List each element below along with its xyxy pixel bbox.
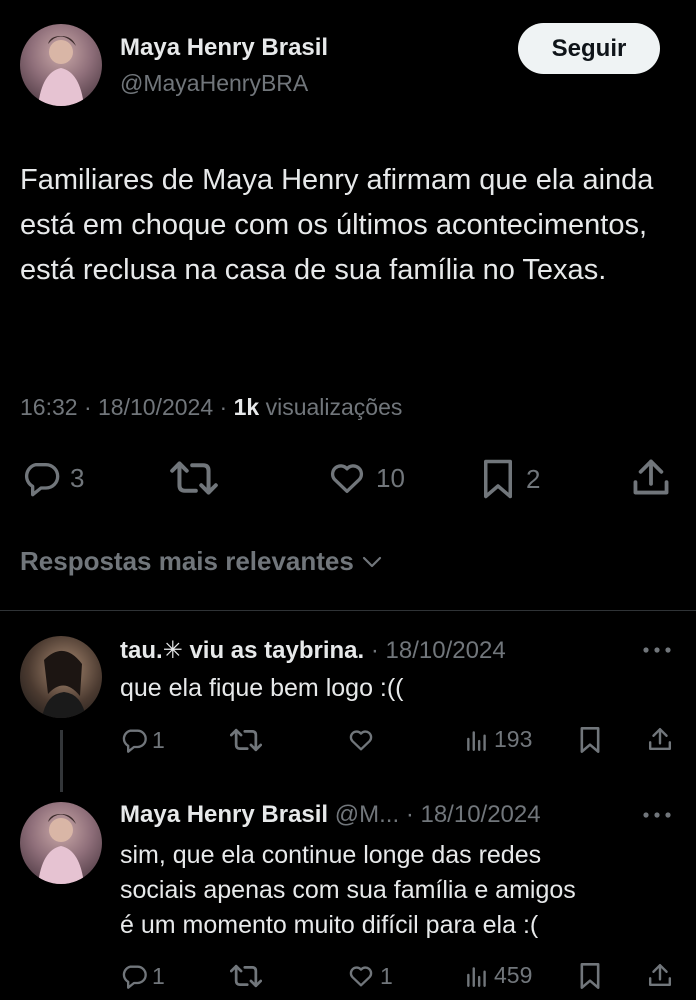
reply-views-count: 193: [494, 726, 533, 752]
reply-action[interactable]: 3: [20, 458, 84, 498]
bookmark-action[interactable]: 2: [480, 458, 540, 500]
reply-share-action[interactable]: [648, 960, 672, 990]
share-icon: [648, 960, 672, 990]
share-action[interactable]: [632, 456, 670, 498]
analytics-icon: [464, 727, 490, 753]
author-name[interactable]: Maya Henry Brasil: [120, 34, 328, 62]
reply-icon: [120, 726, 148, 754]
post-text: Familiares de Maya Henry afirmam que ela…: [20, 164, 654, 286]
post-meta: 16:32 · 18/10/2024 · 1k visualizações: [20, 394, 403, 420]
reply-header: tau.✳︎ viu as taybrina. · 18/10/2024: [120, 637, 506, 664]
reply-count: 3: [70, 462, 85, 493]
avatar-portrait-icon: [38, 36, 84, 106]
reply-author-name[interactable]: tau.: [120, 637, 163, 664]
reply-author-handle[interactable]: @M...: [335, 801, 399, 828]
author-avatar[interactable]: [20, 24, 102, 106]
reply-text-line: é um momento muito difícil para ela :(: [120, 911, 539, 939]
more-options-icon[interactable]: [640, 640, 674, 665]
reply-reply-count: 1: [152, 726, 165, 753]
bookmark-count: 2: [526, 463, 541, 494]
author-handle[interactable]: @MayaHenryBRA: [120, 70, 308, 97]
sort-dropdown[interactable]: Respostas mais relevantes: [20, 546, 384, 577]
heart-icon: [326, 458, 368, 498]
reply-like-count: 1: [380, 962, 393, 989]
share-icon: [648, 724, 672, 754]
reply-header: Maya Henry Brasil @M... · 18/10/2024: [120, 801, 541, 828]
reply-bookmark-action[interactable]: [578, 726, 602, 754]
reply-views-action[interactable]: 193: [464, 726, 532, 753]
sort-label: Respostas mais relevantes: [20, 546, 354, 576]
sparkle-icon: ✳︎: [162, 637, 183, 664]
more-options-icon[interactable]: [640, 805, 674, 830]
reply-text: sim, que ela continue longe das redes so…: [120, 838, 576, 943]
reply-text-line: sim, que ela continue longe das redes: [120, 841, 542, 869]
share-icon: [632, 456, 670, 498]
repost-action[interactable]: [170, 458, 218, 498]
post-date[interactable]: 18/10/2024: [98, 394, 213, 420]
reply-avatar[interactable]: [20, 636, 102, 718]
reply-repost-action[interactable]: [230, 726, 262, 754]
like-count: 10: [376, 462, 405, 493]
repost-icon: [230, 726, 262, 754]
reply-like-action[interactable]: 1: [346, 962, 393, 990]
post-time[interactable]: 16:32: [20, 394, 78, 420]
bookmark-icon: [578, 962, 602, 990]
like-action[interactable]: 10: [326, 458, 405, 498]
reply-reply-count: 1: [152, 962, 165, 989]
analytics-icon: [464, 963, 490, 989]
reply-icon: [20, 458, 62, 498]
heart-icon: [346, 962, 376, 990]
divider: [0, 610, 696, 611]
reply-like-action[interactable]: [346, 726, 376, 754]
reply-text: que ela fique bem logo :((: [120, 674, 404, 702]
avatar-portrait-icon: [42, 650, 86, 718]
reply-author-name[interactable]: Maya Henry Brasil: [120, 801, 328, 828]
bookmark-icon: [578, 726, 602, 754]
reply-date[interactable]: 18/10/2024: [386, 637, 506, 664]
repost-icon: [170, 458, 218, 498]
reply-views-count: 459: [494, 962, 533, 988]
repost-icon: [230, 962, 262, 990]
thread-line: [60, 730, 63, 792]
reply-reply-action[interactable]: 1: [120, 726, 165, 754]
reply-bookmark-action[interactable]: [578, 962, 602, 990]
reply-reply-action[interactable]: 1: [120, 962, 165, 990]
reply-icon: [120, 962, 148, 990]
avatar-portrait-icon: [38, 814, 84, 884]
reply-date[interactable]: 18/10/2024: [420, 801, 540, 828]
views-count: 1k: [233, 394, 260, 420]
reply-share-action[interactable]: [648, 724, 672, 754]
reply-views-action[interactable]: 459: [464, 962, 532, 989]
reply-author-name-suffix[interactable]: viu as taybrina.: [189, 637, 364, 664]
chevron-down-icon: [360, 550, 384, 574]
reply-avatar[interactable]: [20, 802, 102, 884]
reply-repost-action[interactable]: [230, 962, 262, 990]
bookmark-icon: [480, 458, 516, 500]
heart-icon: [346, 726, 376, 754]
reply-text-line: sociais apenas com sua família e amigos: [120, 876, 576, 904]
views-label: visualizações: [265, 394, 403, 420]
follow-button[interactable]: Seguir: [518, 23, 660, 74]
